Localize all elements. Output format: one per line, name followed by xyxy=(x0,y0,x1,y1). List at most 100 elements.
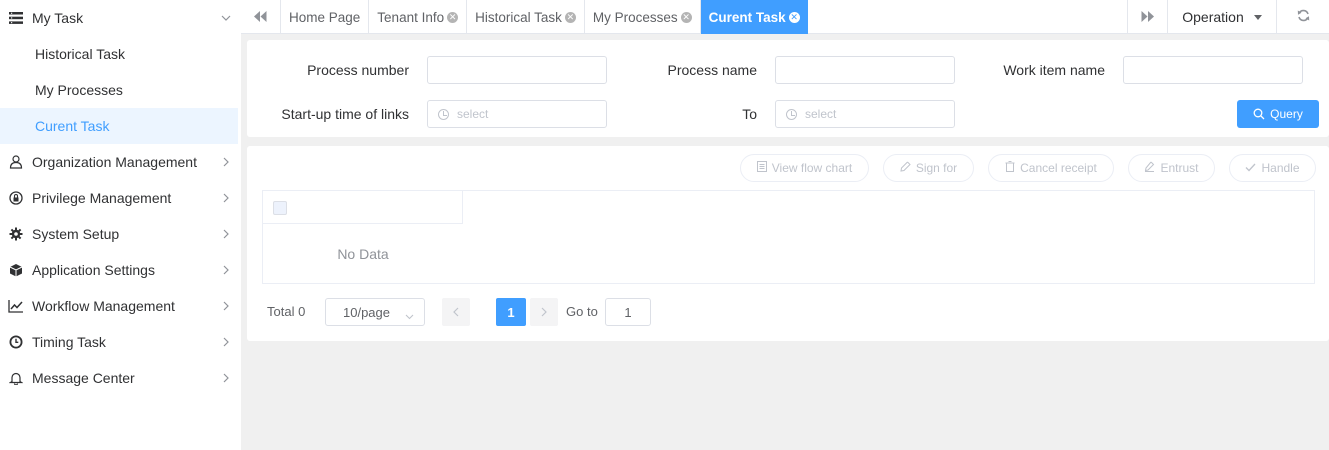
query-label: Query xyxy=(1270,107,1303,121)
process-name-input[interactable] xyxy=(775,56,955,84)
chevron-right-icon xyxy=(223,324,229,360)
submenu-historical-task[interactable]: Historical Task xyxy=(0,36,241,72)
operation-dropdown[interactable]: Operation xyxy=(1167,0,1277,34)
tabs-scroll-left-button[interactable] xyxy=(241,0,281,34)
end-time-placeholder: select xyxy=(805,107,837,121)
user-icon xyxy=(8,154,24,170)
total-count: Total 0 xyxy=(267,304,306,319)
submenu-label: Curent Task xyxy=(35,118,110,134)
submenu-label: Historical Task xyxy=(35,46,125,62)
menu-my-task[interactable]: My Task xyxy=(0,0,241,36)
tab-current-task[interactable]: Curent Task ✕ xyxy=(700,0,808,34)
goto-page-input[interactable]: 1 xyxy=(605,298,651,326)
tab-historical-task[interactable]: Historical Task ✕ xyxy=(467,0,585,34)
handle-button[interactable]: Handle xyxy=(1229,154,1316,182)
process-number-input[interactable] xyxy=(427,56,607,84)
menu-system-setup[interactable]: System Setup xyxy=(0,216,241,252)
tabs: Home Page Tenant Info ✕ Historical Task … xyxy=(281,0,808,34)
tab-label: Tenant Info xyxy=(377,9,445,25)
tab-tenant-info[interactable]: Tenant Info ✕ xyxy=(369,0,468,34)
next-page-button[interactable] xyxy=(530,298,558,326)
menu-privilege-management[interactable]: Privilege Management xyxy=(0,180,241,216)
pen-icon xyxy=(900,161,911,175)
menu-label: Timing Task xyxy=(32,334,106,350)
sign-for-label: Sign for xyxy=(915,161,958,175)
page-size-select[interactable]: 10/page xyxy=(325,298,425,326)
chevron-right-icon xyxy=(223,288,229,324)
close-icon[interactable]: ✕ xyxy=(788,11,800,23)
refresh-icon xyxy=(1297,9,1310,25)
menu-label: Message Center xyxy=(32,370,135,386)
trash-icon xyxy=(1005,161,1015,175)
end-time-picker[interactable]: select xyxy=(775,100,955,128)
chevron-down-icon xyxy=(405,308,414,323)
close-icon[interactable]: ✕ xyxy=(564,11,576,23)
view-flow-chart-label: View flow chart xyxy=(771,161,853,175)
table-panel: View flow chart Sign for Cancel receipt … xyxy=(247,146,1329,341)
cancel-receipt-label: Cancel receipt xyxy=(1020,161,1097,175)
prev-page-button[interactable] xyxy=(442,298,470,326)
close-icon[interactable]: ✕ xyxy=(680,11,692,23)
menu-my-task-label: My Task xyxy=(32,10,84,26)
lock-icon xyxy=(8,190,24,206)
refresh-button[interactable] xyxy=(1277,0,1329,34)
search-icon xyxy=(1253,108,1265,120)
page-number-current[interactable]: 1 xyxy=(496,298,526,326)
chevron-right-icon xyxy=(223,216,229,252)
process-name-label: Process name xyxy=(667,62,757,78)
handle-label: Handle xyxy=(1261,161,1300,175)
tabs-scroll-right-button[interactable] xyxy=(1127,0,1167,34)
query-button[interactable]: Query xyxy=(1237,100,1319,128)
bell-icon xyxy=(8,370,24,386)
entrust-button[interactable]: Entrust xyxy=(1128,154,1215,182)
menu-label: Workflow Management xyxy=(32,298,175,314)
process-number-label: Process number xyxy=(307,62,409,78)
menu-message-center[interactable]: Message Center xyxy=(0,360,241,396)
table-header xyxy=(263,191,463,224)
submenu-label: My Processes xyxy=(35,82,123,98)
menu-label: Organization Management xyxy=(32,154,197,170)
tab-label: Historical Task xyxy=(475,9,562,25)
work-item-name-input[interactable] xyxy=(1123,56,1303,84)
data-table: No Data xyxy=(262,190,1315,284)
double-arrow-left-icon xyxy=(254,9,267,25)
check-icon xyxy=(1245,161,1256,175)
entrust-label: Entrust xyxy=(1160,161,1199,175)
menu-label: System Setup xyxy=(32,226,120,242)
empty-text: No Data xyxy=(337,246,389,262)
page-size-value: 10/page xyxy=(343,304,390,320)
chevron-right-icon xyxy=(223,144,229,180)
sign-for-button[interactable]: Sign for xyxy=(883,154,974,182)
submenu-my-processes[interactable]: My Processes xyxy=(0,72,241,108)
menu-application-settings[interactable]: Application Settings xyxy=(0,252,241,288)
tab-label: Curent Task xyxy=(708,9,786,25)
pagination: Total 0 10/page 1 Go to 1 xyxy=(267,298,1307,326)
menu-workflow-management[interactable]: Workflow Management xyxy=(0,288,241,324)
close-icon[interactable]: ✕ xyxy=(447,11,459,23)
to-label: To xyxy=(742,106,757,122)
double-arrow-right-icon xyxy=(1141,9,1154,25)
menu-timing-task[interactable]: Timing Task xyxy=(0,324,241,360)
chevron-left-icon xyxy=(453,305,459,320)
cancel-receipt-button[interactable]: Cancel receipt xyxy=(988,154,1114,182)
menu-label: Application Settings xyxy=(32,262,155,278)
select-all-checkbox[interactable] xyxy=(273,201,287,215)
search-panel: Process number Process name Work item na… xyxy=(247,40,1329,137)
start-time-placeholder: select xyxy=(457,107,489,121)
tab-bar: Home Page Tenant Info ✕ Historical Task … xyxy=(241,0,1329,34)
view-flow-chart-button[interactable]: View flow chart xyxy=(740,154,869,182)
chevron-right-icon xyxy=(541,305,547,320)
sidebar: My Task Historical Task My Processes Cur… xyxy=(0,0,241,450)
chevron-up-icon xyxy=(221,0,231,36)
tab-my-processes[interactable]: My Processes ✕ xyxy=(585,0,701,34)
chevron-right-icon xyxy=(223,180,229,216)
tab-label: My Processes xyxy=(592,9,678,25)
list-icon xyxy=(8,10,24,26)
start-time-picker[interactable]: select xyxy=(427,100,607,128)
submenu-current-task[interactable]: Curent Task xyxy=(0,108,238,144)
tab-home-page[interactable]: Home Page xyxy=(281,0,370,34)
goto-label: Go to xyxy=(566,304,598,319)
menu-organization-management[interactable]: Organization Management xyxy=(0,144,241,180)
chevron-right-icon xyxy=(223,360,229,396)
line-chart-icon xyxy=(8,298,24,314)
